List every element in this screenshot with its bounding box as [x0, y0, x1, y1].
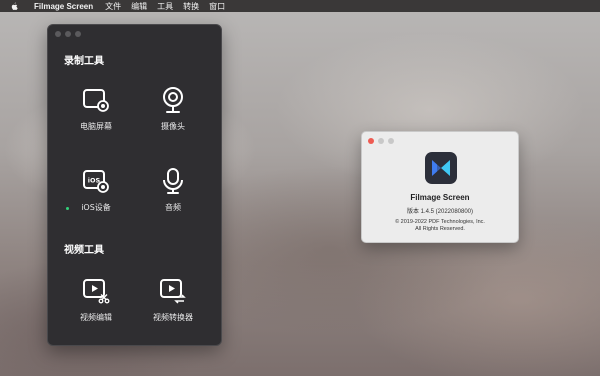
video-edit-label: 视频编辑: [80, 313, 112, 322]
video-tools-heading: 视频工具: [64, 245, 104, 256]
menu-file[interactable]: 文件: [105, 1, 121, 12]
microphone-icon: [163, 168, 183, 194]
webcam-icon: [163, 87, 183, 113]
video-edit-icon: [83, 279, 110, 304]
screen-record-tool[interactable]: 电脑屏幕: [56, 85, 136, 132]
ios-connected-status-dot: [66, 207, 69, 210]
tools-window: 录制工具 电脑屏幕 摄像头 iOS iOS设备 音频 视频工具 视频编辑 视频转…: [47, 24, 222, 346]
menu-convert[interactable]: 转换: [183, 1, 199, 12]
about-copyright: © 2019-2022 PDF Technologies, Inc. All R…: [362, 219, 518, 233]
about-minimize-button: [378, 138, 384, 144]
copyright-line-1: © 2019-2022 PDF Technologies, Inc.: [395, 219, 485, 225]
close-window-button[interactable]: [55, 31, 61, 37]
zoom-window-button[interactable]: [75, 31, 81, 37]
menu-app-name[interactable]: Filmage Screen: [34, 2, 93, 11]
minimize-window-button[interactable]: [65, 31, 71, 37]
camera-record-label: 摄像头: [161, 122, 185, 131]
menu-edit[interactable]: 编辑: [131, 1, 147, 12]
audio-record-label: 音频: [165, 203, 181, 212]
ios-record-tool[interactable]: iOS iOS设备: [56, 166, 136, 213]
video-edit-tool[interactable]: 视频编辑: [56, 276, 136, 323]
apple-menu-icon[interactable]: [10, 2, 22, 11]
menu-window[interactable]: 窗口: [209, 1, 225, 12]
menu-tools[interactable]: 工具: [157, 1, 173, 12]
screen-record-icon: [83, 89, 109, 112]
about-version: 版本 1.4.5 (2022080800): [406, 209, 474, 215]
audio-record-tool[interactable]: 音频: [133, 166, 213, 213]
camera-record-tool[interactable]: 摄像头: [133, 85, 213, 132]
menu-bar: Filmage Screen 文件 编辑 工具 转换 窗口: [0, 0, 600, 12]
about-window: Filmage Screen 版本 1.4.5 (2022080800) © 2…: [361, 131, 519, 243]
video-convert-label: 视频转换器: [153, 313, 193, 322]
window-controls: [55, 31, 81, 37]
about-zoom-button: [388, 138, 394, 144]
ios-device-icon: iOS: [83, 170, 109, 193]
about-close-button[interactable]: [368, 138, 374, 144]
record-tools-heading: 录制工具: [64, 56, 104, 67]
video-convert-tool[interactable]: 视频转换器: [133, 276, 213, 323]
video-convert-icon: [160, 279, 186, 304]
copyright-line-2: All Rights Reserved.: [415, 226, 465, 232]
about-app-name: Filmage Screen: [410, 193, 470, 202]
about-window-controls: [368, 138, 394, 144]
screen-record-label: 电脑屏幕: [80, 122, 112, 131]
filmage-app-icon: [425, 152, 457, 184]
